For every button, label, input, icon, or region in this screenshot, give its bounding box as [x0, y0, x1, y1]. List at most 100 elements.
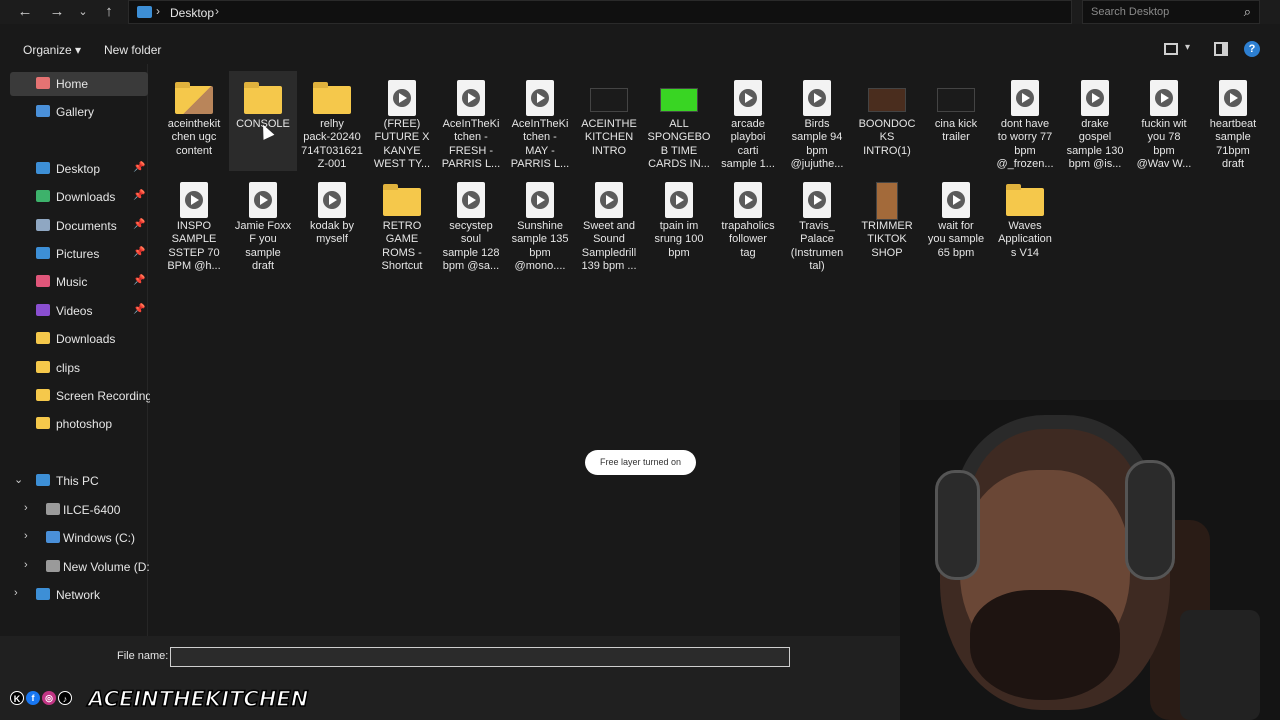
view-dropdown-icon[interactable]: ▾ [1185, 42, 1190, 53]
file-item[interactable]: Sunshine sample 135 bpm @mono.... [506, 173, 574, 273]
file-item[interactable]: kodak by myself [298, 173, 366, 273]
sidebar-item-home[interactable]: Home [10, 72, 148, 96]
file-item[interactable]: (FREE) FUTURE X KANYE WEST TY... [368, 71, 436, 171]
file-item[interactable]: arcade playboi carti sample 1... [714, 71, 782, 171]
new-folder-button[interactable]: New folder [104, 43, 161, 57]
organize-button[interactable]: Organize ▾ [23, 43, 81, 57]
play-icon [1224, 89, 1242, 107]
file-item[interactable]: ACEINTHE KITCHEN INTRO [575, 71, 643, 171]
tree-item-label: This PC [56, 474, 99, 488]
document-icon [457, 182, 485, 218]
sidebar-item-label: Downloads [56, 190, 116, 204]
folder-icon [36, 332, 50, 344]
pin-icon[interactable]: 📌 [133, 219, 145, 230]
breadcrumb-separator-icon[interactable]: › [156, 4, 160, 18]
expand-chevron-icon[interactable]: › [14, 587, 18, 599]
file-item[interactable]: Waves Application s V14 [991, 173, 1059, 273]
search-input[interactable]: Search Desktop ⌕ [1082, 0, 1260, 24]
expand-chevron-icon[interactable]: › [24, 530, 28, 542]
breadcrumb-separator-icon[interactable]: › [215, 4, 219, 18]
sidebar-item-downloads[interactable]: Downloads 📌 [10, 185, 148, 209]
folder-icon [36, 417, 50, 429]
recent-locations-chevron-icon[interactable]: ⌄ [72, 2, 94, 22]
documents-icon [36, 219, 50, 231]
back-arrow-icon[interactable]: ← [14, 2, 36, 22]
file-item[interactable]: secystep soul sample 128 bpm @sa... [437, 173, 505, 273]
play-icon [462, 191, 480, 209]
expand-chevron-icon[interactable]: › [24, 559, 28, 571]
file-item[interactable]: fuckin wit you 78 bpm @Wav W... [1130, 71, 1198, 171]
sidebar-item-clips[interactable]: clips [10, 356, 148, 380]
file-item[interactable]: AceInTheKi tchen - MAY - PARRIS L... [506, 71, 574, 171]
home-icon [36, 77, 50, 89]
navigation-pane: Home Gallery Desktop 📌 Downloads 📌 Documents 📌 P… [0, 64, 158, 636]
expand-chevron-icon[interactable]: ⌄ [14, 473, 23, 486]
file-item[interactable]: dont have to worry 77 bpm @_frozen... [991, 71, 1059, 171]
file-item[interactable]: Jamie Foxx F you sample draft [229, 173, 297, 273]
file-item[interactable]: cina kick trailer [922, 71, 990, 171]
file-item[interactable]: aceinthekit chen ugc content [160, 71, 228, 171]
document-icon [942, 182, 970, 218]
pin-icon[interactable]: 📌 [133, 190, 145, 201]
tree-item-new-volume-d-[interactable]: › New Volume (D:) [10, 555, 154, 579]
tree-item-this-pc[interactable]: ⌄ This PC [10, 469, 148, 493]
pin-icon[interactable]: 📌 [133, 304, 145, 315]
pin-icon[interactable]: 📌 [133, 162, 145, 173]
file-name: cina kick trailer [934, 118, 978, 144]
search-icon: ⌕ [1243, 4, 1251, 19]
sidebar-item-documents[interactable]: Documents 📌 [10, 214, 148, 238]
thumbnail-image [876, 182, 898, 220]
file-item[interactable]: relhy pack-20240 714T031621 Z-001 [298, 71, 366, 171]
sidebar-item-desktop[interactable]: Desktop 📌 [10, 157, 148, 181]
document-icon [526, 80, 554, 116]
file-item[interactable]: TRIMMER TIKTOK SHOP [853, 173, 921, 273]
tree-item-network[interactable]: › Network [10, 583, 148, 607]
document-icon [457, 80, 485, 116]
pin-icon[interactable]: 📌 [133, 275, 145, 286]
tree-item-ilce-6400[interactable]: › ILCE-6400 [10, 498, 148, 522]
webcam-beard [970, 590, 1120, 700]
pin-icon[interactable]: 📌 [133, 247, 145, 258]
file-item[interactable]: Travis_ Palace (Instrumen tal) [783, 173, 851, 273]
breadcrumb-desktop[interactable]: Desktop [170, 6, 214, 20]
expand-chevron-icon[interactable]: › [24, 502, 28, 514]
help-icon[interactable]: ? [1244, 41, 1260, 57]
video-file-icon [521, 80, 559, 118]
play-icon [462, 89, 480, 107]
file-item[interactable]: tpain im srung 100 bpm [645, 173, 713, 273]
sidebar-item-gallery[interactable]: Gallery [10, 100, 148, 124]
file-item[interactable]: trapaholics follower tag [714, 173, 782, 273]
sidebar-item-music[interactable]: Music 📌 [10, 270, 148, 294]
file-item[interactable]: INSPO SAMPLE SSTEP 70 BPM @h... [160, 173, 228, 273]
file-item[interactable]: heartbeat sample 71bpm draft [1199, 71, 1267, 171]
tree-item-windows-c-[interactable]: › Windows (C:) [10, 526, 148, 550]
file-item[interactable]: CONSOLE [229, 71, 297, 171]
play-icon [947, 191, 965, 209]
change-view-icon[interactable] [1164, 43, 1178, 55]
file-name: BOONDOC KS INTRO(1) [858, 118, 916, 157]
file-item[interactable]: RETRO GAME ROMS - Shortcut [368, 173, 436, 273]
file-item[interactable]: Birds sample 94 bpm @jujuthe... [783, 71, 851, 171]
kick-icon: K [10, 691, 24, 705]
sidebar-item-pictures[interactable]: Pictures 📌 [10, 242, 148, 266]
document-icon [526, 182, 554, 218]
sidebar-item-screen-recordings[interactable]: Screen Recordings [10, 384, 158, 408]
sidebar-item-downloads[interactable]: Downloads [10, 327, 148, 351]
sidebar-item-videos[interactable]: Videos 📌 [10, 299, 148, 323]
file-item[interactable]: drake gospel sample 130 bpm @is... [1061, 71, 1129, 171]
up-arrow-icon[interactable]: ↑ [98, 2, 120, 22]
search-placeholder: Search Desktop [1091, 6, 1170, 18]
file-item[interactable]: ALL SPONGEBO B TIME CARDS IN... [645, 71, 713, 171]
file-item[interactable]: AceInTheKi tchen - FRESH - PARRIS L... [437, 71, 505, 171]
forward-arrow-icon[interactable]: → [46, 2, 68, 22]
address-row: ← → ⌄ ↑ › Desktop › ⌄ ↻ Search Desktop ⌕ [0, 0, 1280, 24]
preview-pane-icon[interactable] [1214, 42, 1228, 56]
sidebar-item-photoshop[interactable]: photoshop [10, 412, 148, 436]
file-name-input[interactable] [170, 647, 790, 667]
file-item[interactable]: wait for you sample 65 bpm [922, 173, 990, 273]
file-item[interactable]: BOONDOC KS INTRO(1) [853, 71, 921, 171]
file-item[interactable]: Sweet and Sound Sampledrill 139 bpm ... [575, 173, 643, 273]
play-icon [808, 89, 826, 107]
file-name: secystep soul sample 128 bpm @sa... [442, 220, 500, 272]
address-bar[interactable]: › Desktop › ⌄ ↻ [128, 0, 1187, 24]
